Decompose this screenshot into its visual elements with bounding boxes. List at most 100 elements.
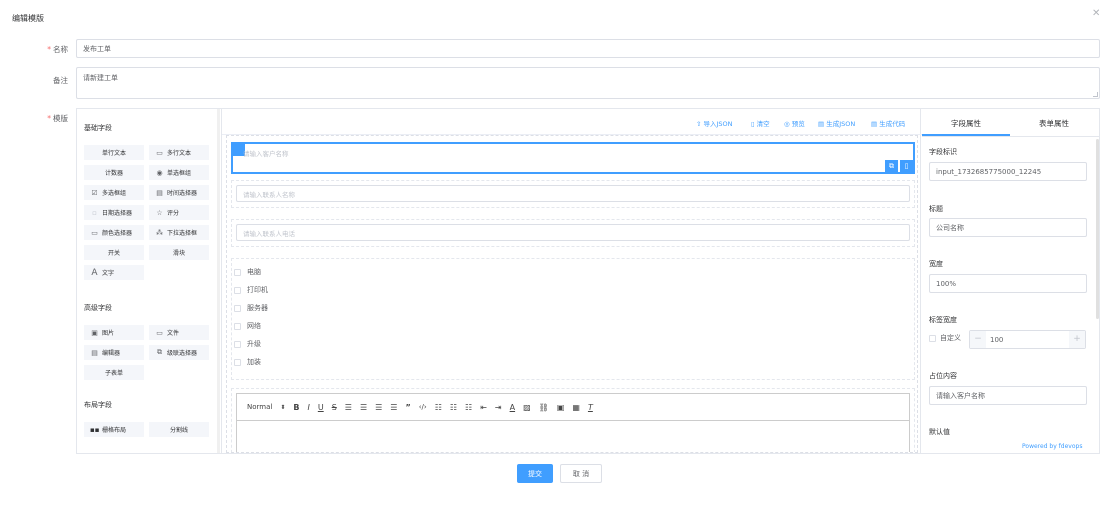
widget-radio-group[interactable]: ◉ 单选框组 — [149, 165, 209, 180]
widget-divider[interactable]: 分割线 — [149, 422, 209, 437]
link-icon[interactable]: ⛓ — [539, 403, 549, 412]
widget-text[interactable]: A 文字 — [84, 265, 144, 280]
widget-counter[interactable]: 计数器 — [84, 165, 144, 180]
align-right-icon[interactable]: ☰ — [375, 403, 382, 412]
check-list-icon[interactable]: ☷ — [465, 403, 472, 412]
widget-rate[interactable]: ☆ 评分 — [149, 205, 209, 220]
preview-button[interactable]: ◎ 预览 — [784, 118, 805, 128]
checkbox-option[interactable]: 升级 — [234, 335, 914, 353]
widget-cascader[interactable]: ⧉ 级联选择器 — [149, 345, 209, 360]
checkbox-option[interactable]: 打印机 — [234, 281, 914, 299]
align-center-icon[interactable]: ☰ — [360, 403, 367, 412]
font-color-icon[interactable]: A — [510, 403, 515, 412]
upload-icon: ⇧ — [696, 120, 704, 128]
underline-icon[interactable]: U — [318, 403, 324, 412]
clear-button[interactable]: ▯ 清空 — [751, 118, 770, 128]
image-insert-icon[interactable]: ▣ — [557, 403, 565, 412]
tab-divider — [922, 136, 1099, 137]
format-select-arrow-icon[interactable]: ⬍ — [280, 404, 285, 411]
close-icon[interactable]: ✕ — [1092, 8, 1100, 19]
rich-text-editor-area[interactable] — [236, 421, 910, 452]
widget-sub-form[interactable]: 子表单 — [84, 365, 144, 380]
generate-json-button[interactable]: ▤ 生成JSON — [818, 118, 855, 128]
italic-icon[interactable]: I — [307, 403, 309, 412]
strikethrough-icon[interactable]: S — [332, 403, 337, 412]
checkbox-box[interactable] — [234, 358, 241, 366]
custom-label-width-checkbox[interactable]: 自定义 — [929, 333, 961, 343]
align-justify-icon[interactable]: ☰ — [390, 403, 397, 412]
bullet-list-icon[interactable]: ☷ — [450, 403, 457, 412]
submit-button[interactable]: 提交 — [517, 464, 553, 483]
indent-decrease-icon[interactable]: ⇤ — [480, 403, 487, 412]
widget-single-line-text[interactable]: 单行文本 — [84, 145, 144, 160]
widget-multi-line-text[interactable]: ▭ 多行文本 — [149, 145, 209, 160]
field-checkbox-group[interactable]: 电脑 打印机 服务器 网络 升级 加装 — [231, 258, 915, 380]
tab-field-properties[interactable]: 字段属性 — [922, 118, 1010, 129]
widget-editor[interactable]: ▤ 编辑器 — [84, 345, 144, 360]
field-rich-text[interactable]: Normal ⬍ B I U S ☰ ☰ ☰ ☰ ” ‹/› ☷ ☷ ☷ ⇤ ⇥ — [231, 388, 915, 452]
right-scrollbar[interactable] — [1096, 139, 1099, 319]
label-width-value[interactable]: 100 — [986, 336, 1069, 344]
placeholder-input[interactable]: 请输入客户名称 — [929, 386, 1087, 405]
checkbox-option[interactable]: 网络 — [234, 317, 914, 335]
field-id-input[interactable]: input_1732685775000_12245 — [929, 162, 1087, 181]
contact-name-input[interactable]: 请输入联系人名称 — [236, 185, 910, 202]
bold-icon[interactable]: B — [293, 403, 299, 412]
video-insert-icon[interactable]: ▦ — [572, 403, 580, 412]
canvas-toolbar: ⇧ 导入JSON ▯ 清空 ◎ 预览 ▤ 生成JSON ▤ 生成代码 — [222, 109, 922, 135]
generate-code-button[interactable]: ▤ 生成代码 — [871, 118, 905, 128]
widget-switch[interactable]: 开关 — [84, 245, 144, 260]
tab-form-properties[interactable]: 表单属性 — [1010, 118, 1098, 129]
label-width-stepper[interactable]: − 100 + — [969, 330, 1086, 349]
placeholder-label: 占位内容 — [929, 372, 957, 380]
checkbox-box[interactable] — [234, 340, 241, 348]
remark-textarea[interactable]: 请新建工单 — [76, 67, 1100, 99]
import-json-button[interactable]: ⇧ 导入JSON — [696, 118, 733, 128]
radio-icon: ◉ — [156, 168, 163, 177]
widget-time-picker[interactable]: ▤ 时间选择器 — [149, 185, 209, 200]
width-input[interactable]: 100% — [929, 274, 1087, 293]
checkbox-box[interactable] — [234, 286, 241, 294]
widget-color-picker[interactable]: ▭ 颜色选择器 — [84, 225, 144, 240]
format-select[interactable]: Normal — [247, 403, 272, 411]
align-left-icon[interactable]: ☰ — [345, 403, 352, 412]
delete-icon[interactable]: ▯ — [900, 160, 913, 172]
field-contact-name[interactable]: 请输入联系人名称 — [231, 180, 915, 208]
widget-image[interactable]: ▣ 图片 — [84, 325, 144, 340]
checkbox-box[interactable] — [929, 334, 936, 342]
eye-icon: ◎ — [784, 120, 792, 128]
widget-panel: 基础字段 单行文本 ▭ 多行文本 计数器 ◉ 单选框组 ☑ 多选框组 ▤ 时间选择器 ▫… — [77, 109, 220, 453]
widget-file[interactable]: ▭ 文件 — [149, 325, 209, 340]
checkbox-box[interactable] — [234, 268, 241, 276]
increment-button[interactable]: + — [1069, 331, 1085, 348]
background-color-icon[interactable]: ▨ — [523, 403, 531, 412]
code-icon: ▤ — [871, 120, 880, 128]
customer-name-input[interactable]: 请输入客户名称 — [237, 146, 911, 160]
name-input[interactable]: 发布工单 — [76, 39, 1100, 58]
blockquote-icon[interactable]: ” — [405, 403, 410, 412]
indent-increase-icon[interactable]: ⇥ — [495, 403, 502, 412]
contact-phone-input[interactable]: 请输入联系人电话 — [236, 224, 910, 241]
decrement-button[interactable]: − — [970, 331, 986, 348]
checkbox-box[interactable] — [234, 322, 241, 330]
resize-handle[interactable] — [1093, 92, 1098, 97]
ordered-list-icon[interactable]: ☷ — [435, 403, 442, 412]
widget-grid-layout[interactable]: ▪▪ 栅格布局 — [84, 422, 144, 437]
image-icon: ▣ — [91, 328, 98, 337]
code-block-icon[interactable]: ‹/› — [419, 403, 427, 411]
clear-format-icon[interactable]: T — [588, 403, 593, 412]
field-customer-name[interactable]: 请输入客户名称 ⧉ ▯ — [231, 142, 915, 174]
checkbox-option[interactable]: 加装 — [234, 353, 914, 371]
widget-select[interactable]: ⁂ 下拉选择框 — [149, 225, 209, 240]
widget-slider[interactable]: 滑块 — [149, 245, 209, 260]
copy-icon[interactable]: ⧉ — [885, 160, 898, 172]
title-input[interactable]: 公司名称 — [929, 218, 1087, 237]
widget-checkbox-group[interactable]: ☑ 多选框组 — [84, 185, 144, 200]
checkbox-option[interactable]: 服务器 — [234, 299, 914, 317]
checkbox-box[interactable] — [234, 304, 241, 312]
cancel-button[interactable]: 取 消 — [560, 464, 602, 483]
checkbox-option[interactable]: 电脑 — [234, 263, 914, 281]
widget-date-picker[interactable]: ▫ 日期选择器 — [84, 205, 144, 220]
left-scrollbar[interactable] — [217, 109, 220, 453]
field-contact-phone[interactable]: 请输入联系人电话 — [231, 219, 915, 247]
